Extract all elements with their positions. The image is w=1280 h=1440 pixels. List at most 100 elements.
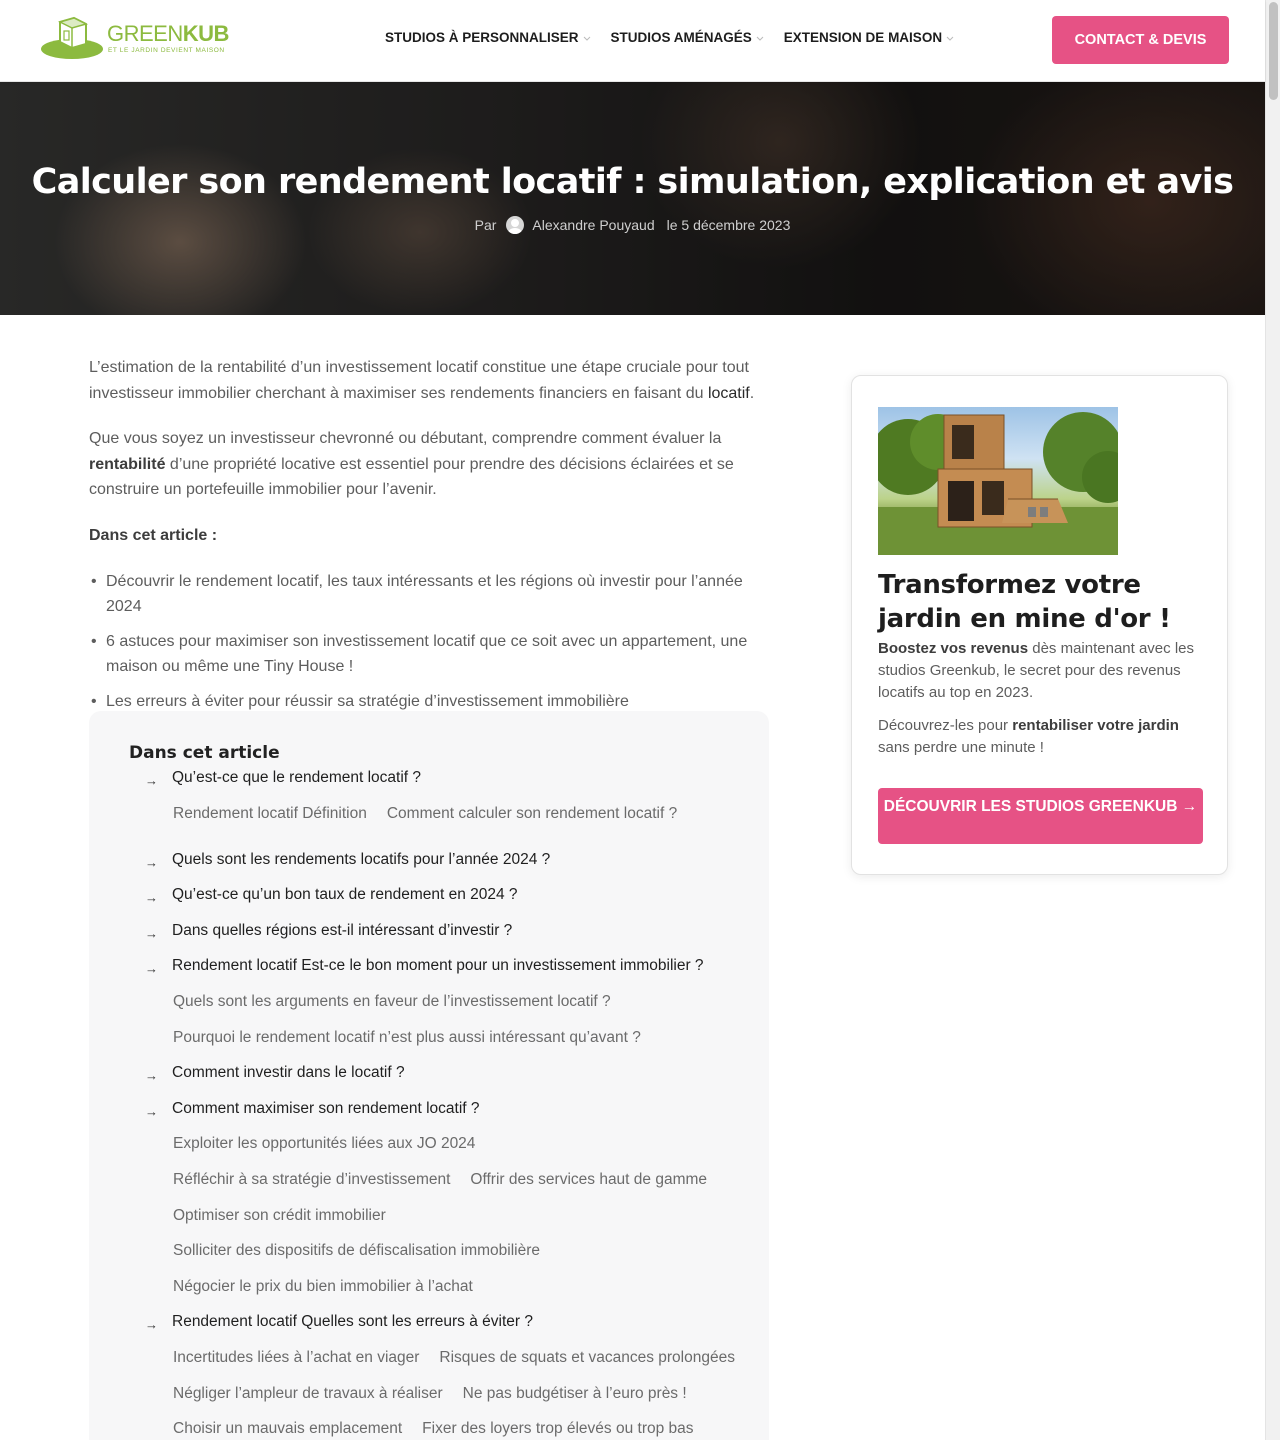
toc-subitem[interactable]: Risques de squats et vacances prolongées [439, 1349, 735, 1367]
chevron-down-icon [583, 36, 590, 41]
toc-subitems: Négocier le prix du bien immobilier à l’… [173, 1278, 473, 1296]
main-nav: STUDIOS À PERSONNALISER STUDIOS AMÉNAGÉS… [385, 30, 974, 45]
toc-item-label: Quels sont les rendements locatifs pour … [172, 851, 551, 868]
list-item: 6 astuces pour maximiser son investissem… [89, 629, 769, 680]
text: L’estimation de la rentabilité d’un inve… [89, 359, 749, 402]
promo-title: Transformez votre jardin en mine d'or ! [878, 570, 1171, 634]
hero-banner: Calculer son rendement locatif : simulat… [0, 82, 1265, 315]
nav-studios-personnaliser[interactable]: STUDIOS À PERSONNALISER [385, 30, 592, 45]
intro-paragraph-1: L’estimation de la rentabilité d’un inve… [89, 355, 769, 406]
toc-item-label: Rendement locatif Quelles sont les erreu… [172, 1313, 533, 1330]
arrow-right-icon: → [145, 1067, 158, 1083]
in-article-heading: Dans cet article : [89, 523, 769, 549]
text: Que vous soyez un investisseur chevronné… [89, 430, 722, 448]
arrow-right-icon: → [145, 960, 158, 976]
toc-subitems: Incertitudes liées à l’achat en viager Ri… [173, 1349, 735, 1367]
emphasis: rentabilité [89, 455, 166, 473]
toc-subitem[interactable]: Fixer des loyers trop élevés ou trop bas [422, 1420, 693, 1438]
toc-item[interactable]: → Qu’est-ce qu’un bon taux de rendement e… [145, 886, 518, 905]
arrow-right-icon: → [145, 889, 158, 905]
text: Découvrez-les pour [878, 717, 1013, 734]
nav-studios-amenages[interactable]: STUDIOS AMÉNAGÉS [611, 30, 765, 45]
toc-subitem[interactable]: Quels sont les arguments en faveur de l’… [173, 993, 611, 1011]
arrow-right-icon: → [145, 1103, 158, 1119]
logo-tagline: ET LE JARDIN DEVIENT MAISON [108, 47, 225, 54]
toc-subitem[interactable]: Négocier le prix du bien immobilier à l’… [173, 1278, 473, 1296]
toc-subitem[interactable]: Rendement locatif Définition [173, 805, 367, 823]
scrollbar-thumb[interactable] [1269, 2, 1278, 100]
emphasis: Dans cet article : [89, 526, 218, 544]
toc-item[interactable]: → Qu’est-ce que le rendement locatif ? [145, 769, 421, 788]
toc-subitem[interactable]: Offrir des services haut de gamme [470, 1171, 707, 1189]
nav-label: STUDIOS À PERSONNALISER [385, 30, 579, 45]
greenkub-logo[interactable]: GREENKUB ET LE JARDIN DEVIENT MAISON [40, 16, 236, 60]
page-scrollbar[interactable] [1265, 0, 1280, 1440]
toc-subitems: Optimiser son crédit immobilier [173, 1207, 386, 1225]
toc-item[interactable]: → Comment investir dans le locatif ? [145, 1064, 405, 1083]
article-body: L’estimation de la rentabilité d’un inve… [89, 355, 769, 724]
by-label: Par [474, 217, 497, 233]
post-meta: Par Alexandre Pouyaud le 5 décembre 2023 [0, 216, 1265, 234]
toc-subitem[interactable]: Ne pas budgétiser à l’euro près ! [463, 1385, 687, 1403]
intro-paragraph-2: Que vous soyez un investisseur chevronné… [89, 426, 769, 503]
toc-subitem[interactable]: Exploiter les opportunités liées aux JO … [173, 1135, 475, 1153]
toc-subitems: Exploiter les opportunités liées aux JO … [173, 1135, 475, 1153]
locatif-link[interactable]: locatif [708, 385, 750, 402]
toc-item-label: Comment investir dans le locatif ? [172, 1064, 405, 1081]
toc-subitems: Quels sont les arguments en faveur de l’… [173, 993, 611, 1011]
toc-subitems: Réfléchir à sa stratégie d’investissemen… [173, 1171, 707, 1189]
promo-card: Transformez votre jardin en mine d'or ! … [851, 375, 1228, 875]
chevron-down-icon [756, 36, 764, 41]
toc-subitems: Choisir un mauvais emplacement Fixer des … [173, 1420, 694, 1438]
author-avatar-icon [506, 216, 525, 234]
toc-title: Dans cet article [129, 743, 280, 763]
toc-subitems: Pourquoi le rendement locatif n’est plus… [173, 1029, 641, 1047]
toc-item[interactable]: → Quels sont les rendements locatifs pour… [145, 851, 551, 870]
logo-wordmark: GREENKUB [107, 21, 229, 46]
toc-item-label: Rendement locatif Est-ce le bon moment p… [172, 957, 704, 974]
contact-devis-button[interactable]: CONTACT & DEVIS [1052, 16, 1229, 64]
toc-item[interactable]: → Comment maximiser son rendement locatif… [145, 1100, 480, 1119]
site-header: GREENKUB ET LE JARDIN DEVIENT MAISON STU… [0, 0, 1265, 82]
emphasis: Boostez vos revenus [878, 640, 1029, 657]
text: . [749, 384, 755, 402]
studio-photo [878, 407, 1118, 555]
summary-list: Découvrir le rendement locatif, les taux… [89, 569, 769, 715]
toc-subitems: Rendement locatif Définition Comment calc… [173, 805, 677, 823]
arrow-right-icon: → [145, 854, 158, 870]
list-item: Découvrir le rendement locatif, les taux… [89, 569, 769, 620]
author-name[interactable]: Alexandre Pouyaud [532, 217, 654, 233]
nav-extension-maison[interactable]: EXTENSION DE MAISON [784, 30, 955, 45]
toc-item-label: Qu’est-ce qu’un bon taux de rendement en… [172, 886, 518, 903]
toc-subitem[interactable]: Comment calculer son rendement locatif ? [387, 805, 677, 823]
arrow-right-icon: → [145, 772, 158, 788]
arrow-right-icon: → [145, 1316, 158, 1332]
nav-label: EXTENSION DE MAISON [783, 30, 943, 45]
toc-subitem[interactable]: Pourquoi le rendement locatif n’est plus… [173, 1029, 641, 1047]
arrow-right-icon: → [145, 925, 158, 941]
toc-item-label: Qu’est-ce que le rendement locatif ? [172, 769, 421, 786]
toc-subitem[interactable]: Incertitudes liées à l’achat en viager [173, 1349, 419, 1367]
text: d’une propriété locative est essentiel p… [89, 455, 734, 499]
toc-item[interactable]: → Dans quelles régions est-il intéressant… [145, 922, 513, 941]
toc-subitem[interactable]: Choisir un mauvais emplacement [173, 1420, 402, 1438]
toc-item[interactable]: → Rendement locatif Quelles sont les erre… [145, 1313, 533, 1332]
toc-item-label: Dans quelles régions est-il intéressant … [172, 922, 513, 939]
toc-subitems: Solliciter des dispositifs de défiscalis… [173, 1242, 540, 1260]
post-date: le 5 décembre 2023 [666, 217, 791, 233]
promo-text-2: Découvrez-les pour rentabiliser votre ja… [878, 715, 1208, 759]
toc-subitem[interactable]: Solliciter des dispositifs de défiscalis… [173, 1242, 540, 1260]
toc-subitem[interactable]: Négliger l’ampleur de travaux à réaliser [173, 1385, 443, 1403]
discover-studios-button[interactable]: DÉCOUVRIR LES STUDIOS GREENKUB → [878, 788, 1203, 844]
toc-subitem[interactable]: Réfléchir à sa stratégie d’investissemen… [173, 1171, 450, 1189]
toc-subitem[interactable]: Optimiser son crédit immobilier [173, 1207, 386, 1225]
emphasis: rentabiliser votre jardin [1012, 717, 1179, 734]
chevron-down-icon [946, 36, 954, 41]
table-of-contents: Dans cet article → Qu’est-ce que le rende… [89, 711, 769, 1440]
toc-item-label: Comment maximiser son rendement locatif … [172, 1100, 480, 1117]
toc-item[interactable]: → Rendement locatif Est-ce le bon moment … [145, 957, 704, 976]
promo-text-1: Boostez vos revenus dès maintenant avec … [878, 638, 1208, 704]
logo-cube-icon [41, 16, 103, 59]
text: sans perdre une minute ! [878, 739, 1044, 756]
toc-subitems: Négliger l’ampleur de travaux à réaliser… [173, 1385, 687, 1403]
